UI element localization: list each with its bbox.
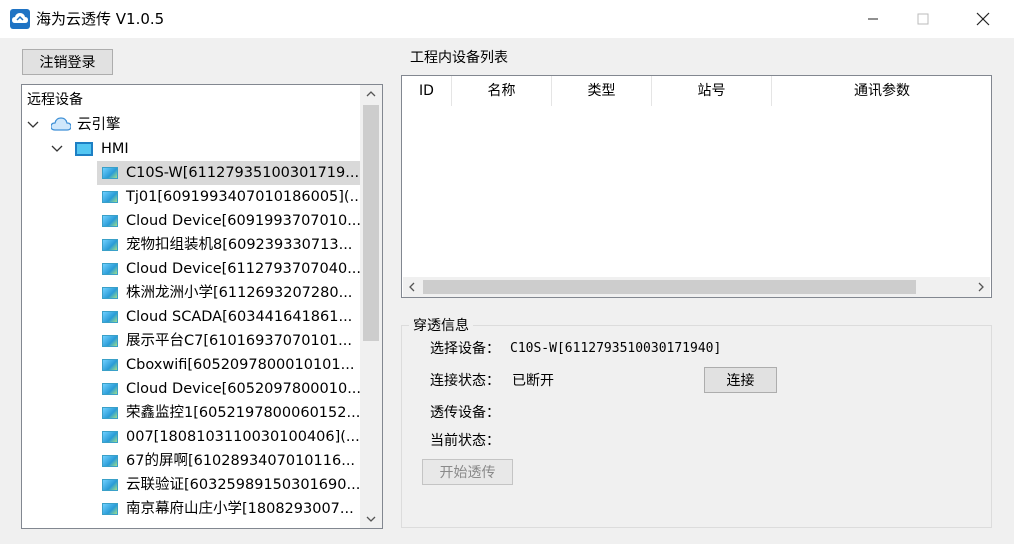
device-screen-icon: [102, 431, 118, 443]
column-header-comm-params[interactable]: 通讯参数: [772, 76, 992, 106]
device-screen-icon: [102, 455, 118, 467]
close-button[interactable]: [960, 0, 1006, 38]
scroll-down-icon[interactable]: [360, 510, 382, 528]
scroll-left-icon[interactable]: [403, 277, 421, 297]
chevron-down-icon[interactable]: [51, 137, 63, 161]
minimize-button[interactable]: [850, 0, 896, 38]
column-header-type[interactable]: 类型: [552, 76, 652, 106]
minimize-icon: [868, 18, 878, 20]
title-bar: 海为云透传 V1.0.5: [0, 0, 1014, 38]
close-icon: [976, 12, 990, 26]
tree-device-item[interactable]: Tj01[6091993407010186005](...: [97, 185, 364, 209]
tree-node-root-label: 云引擎: [77, 117, 121, 133]
column-header-id[interactable]: ID: [402, 76, 452, 106]
logout-button[interactable]: 注销登录: [22, 49, 113, 75]
tree-device-item[interactable]: 宠物扣组装机8[609239330713...: [97, 233, 360, 257]
tree-device-item[interactable]: Cloud Device[6091993707010...: [97, 209, 362, 233]
tree-device-label: Cloud SCADA[603441641861...: [126, 309, 353, 325]
tree-device-item[interactable]: 云联验证[60325989150301690...: [97, 473, 360, 497]
chevron-down-icon[interactable]: [27, 113, 39, 137]
device-screen-icon: [102, 239, 118, 251]
device-screen-icon: [102, 215, 118, 227]
tree-device-label: Cloud Device[6052097800010...: [126, 381, 362, 397]
tree-device-label: 荣鑫监控1[6052197800060152...: [126, 405, 361, 421]
tree-device-item[interactable]: 展示平台C7[61016937070101...: [97, 329, 360, 353]
tree-vertical-scrollbar[interactable]: [360, 85, 382, 528]
maximize-icon: [917, 13, 929, 25]
column-header-name[interactable]: 名称: [452, 76, 552, 106]
tree-device-label: 展示平台C7[61016937070101...: [126, 333, 352, 349]
tree-device-item[interactable]: Cloud Device[6112793707040...: [97, 257, 362, 281]
tree-device-label: 67的屏啊[6102893407010116...: [126, 453, 356, 469]
tree-device-item[interactable]: Cloud SCADA[603441641861...: [97, 305, 360, 329]
tree-device-label: Cloud Device[6091993707010...: [126, 213, 362, 229]
device-screen-icon: [102, 359, 118, 371]
tree-header: 远程设备: [27, 92, 83, 108]
tree-device-label: 宠物扣组装机8[609239330713...: [126, 237, 353, 253]
tree-device-label: 株洲龙洲小学[6112693207280...: [126, 285, 353, 301]
tree-device-item[interactable]: 荣鑫监控1[6052197800060152...: [97, 401, 360, 425]
select-device-label: 选择设备：: [430, 341, 500, 357]
window-title: 海为云透传 V1.0.5: [36, 10, 165, 28]
tree-device-label: Cboxwifi[6052097800010101...: [126, 357, 355, 373]
tree-node-hmi-label: HMI: [101, 141, 129, 157]
tree-device-label: 007[1808103110030100406](...: [126, 429, 360, 445]
tree-device-label: C10S-W[61127935100301719...: [126, 165, 360, 181]
tree-device-item[interactable]: C10S-W[61127935100301719...: [97, 161, 360, 185]
table-horizontal-scrollbar[interactable]: [403, 277, 990, 297]
current-status-label: 当前状态：: [430, 433, 500, 449]
scrollbar-thumb[interactable]: [363, 105, 379, 341]
device-list-title: 工程内设备列表: [410, 50, 508, 66]
device-screen-icon: [102, 479, 118, 491]
scrollbar-thumb[interactable]: [423, 280, 916, 294]
tree-device-item[interactable]: 007[1808103110030100406](...: [97, 425, 360, 449]
passthrough-device-label: 透传设备：: [430, 405, 500, 421]
tree-node-root[interactable]: 云引擎: [27, 113, 357, 137]
device-table[interactable]: ID 名称 类型 站号 通讯参数: [401, 75, 992, 298]
column-header-station[interactable]: 站号: [652, 76, 772, 106]
device-screen-icon: [102, 503, 118, 515]
connect-status-label: 连接状态：: [430, 373, 500, 389]
device-screen-icon: [102, 191, 118, 203]
device-screen-icon: [102, 167, 118, 179]
tree-device-item[interactable]: 株洲龙洲小学[6112693207280...: [97, 281, 360, 305]
tree-device-label: 云联验证[60325989150301690...: [126, 477, 361, 493]
hmi-icon: [75, 142, 93, 156]
app-logo-icon: [10, 9, 30, 29]
device-screen-icon: [102, 407, 118, 419]
device-screen-icon: [102, 287, 118, 299]
scroll-right-icon[interactable]: [972, 277, 990, 297]
tree-device-item[interactable]: 67的屏啊[6102893407010116...: [97, 449, 360, 473]
start-passthrough-button[interactable]: 开始透传: [422, 459, 513, 485]
tree-node-hmi[interactable]: HMI: [51, 137, 351, 161]
scroll-up-icon[interactable]: [360, 85, 382, 103]
connect-button[interactable]: 连接: [704, 367, 777, 393]
device-tree[interactable]: 远程设备 云引擎 HMI C10S-W[61127935100301719...…: [21, 84, 383, 529]
tree-device-label: Tj01[6091993407010186005](...: [126, 189, 364, 205]
device-screen-icon: [102, 383, 118, 395]
device-screen-icon: [102, 311, 118, 323]
device-screen-icon: [102, 263, 118, 275]
maximize-button[interactable]: [900, 0, 946, 38]
device-screen-icon: [102, 335, 118, 347]
tree-device-item[interactable]: Cboxwifi[6052097800010101...: [97, 353, 360, 377]
tree-device-item[interactable]: Cloud Device[6052097800010...: [97, 377, 362, 401]
tree-device-label: 南京幕府山庄小学[1808293007...: [126, 501, 354, 517]
select-device-value: C10S-W[6112793510030171940]: [510, 341, 722, 356]
connect-status-value: 已断开: [512, 373, 554, 389]
passthrough-group-title: 穿透信息: [409, 316, 473, 336]
tree-device-item[interactable]: 南京幕府山庄小学[1808293007...: [97, 497, 360, 521]
tree-device-label: Cloud Device[6112793707040...: [126, 261, 362, 277]
